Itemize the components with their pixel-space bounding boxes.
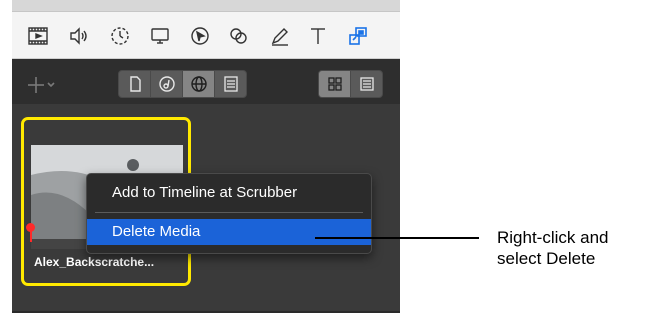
callout-line xyxy=(315,237,479,239)
grid-view-icon[interactable] xyxy=(319,71,351,97)
add-media-button[interactable] xyxy=(26,74,60,96)
view-selector xyxy=(318,70,383,98)
color-icon[interactable] xyxy=(227,24,251,48)
cursor-icon[interactable] xyxy=(188,24,212,48)
app-window: Alex_Backscratche... Add to Timeline at … xyxy=(0,0,400,313)
picture-in-picture-icon[interactable] xyxy=(346,24,370,48)
menu-item-add-to-timeline[interactable]: Add to Timeline at Scrubber xyxy=(87,180,371,206)
list-view-icon[interactable] xyxy=(351,71,382,97)
display-icon[interactable] xyxy=(148,24,172,48)
clip-name: Alex_Backscratche... xyxy=(34,255,155,269)
audio-icon[interactable] xyxy=(67,24,91,48)
tool-toolbar xyxy=(12,12,400,59)
music-icon[interactable] xyxy=(151,71,183,97)
menu-item-delete-media[interactable]: Delete Media xyxy=(87,219,371,245)
source-selector xyxy=(118,70,247,98)
speed-icon[interactable] xyxy=(108,24,132,48)
calendar-icon[interactable] xyxy=(215,71,246,97)
callout-line-2: select Delete xyxy=(497,249,596,268)
text-icon[interactable] xyxy=(306,24,330,48)
globe-icon[interactable] xyxy=(183,71,215,97)
pen-icon[interactable] xyxy=(268,24,292,48)
callout-line-1: Right-click and xyxy=(497,228,609,247)
menu-separator xyxy=(95,212,363,213)
playhead-handle[interactable] xyxy=(26,223,35,232)
media-icon[interactable] xyxy=(119,71,151,97)
filmstrip-icon[interactable] xyxy=(26,24,50,48)
context-menu: Add to Timeline at Scrubber Delete Media xyxy=(86,173,372,254)
title-bar xyxy=(12,0,400,12)
callout-text: Right-click and select Delete xyxy=(497,227,609,269)
